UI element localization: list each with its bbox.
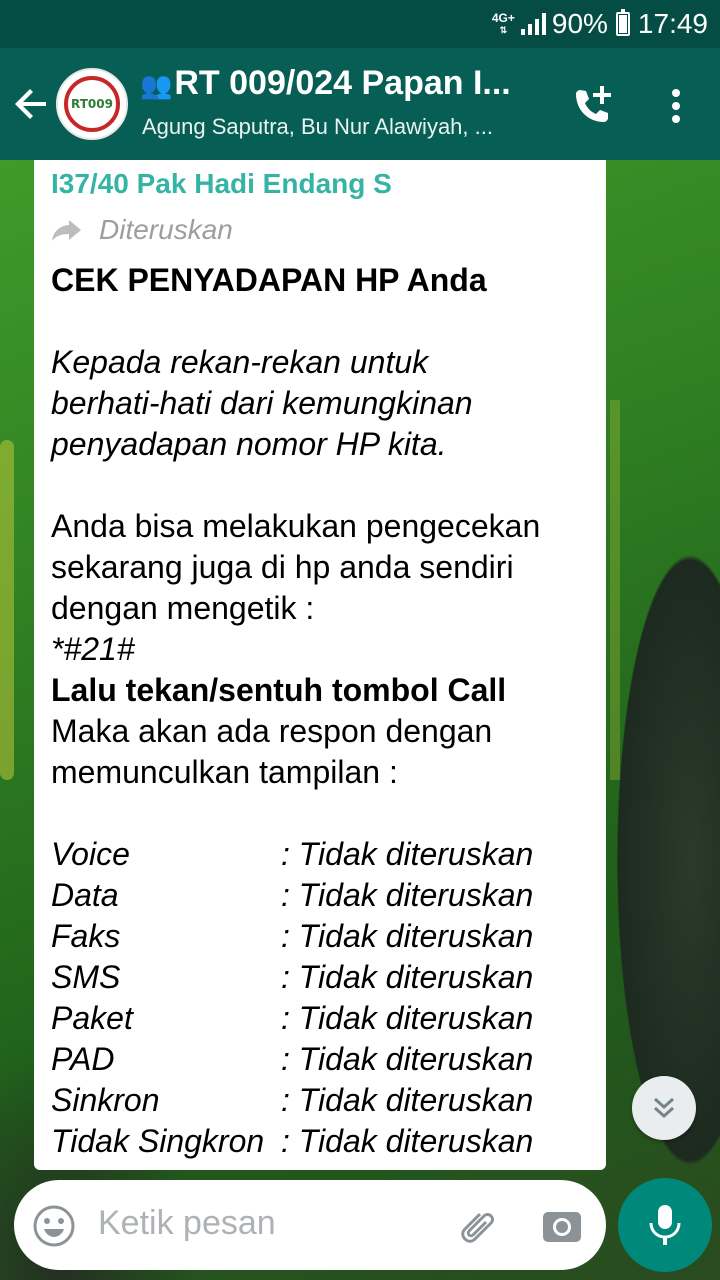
forward-arrow-icon	[52, 220, 81, 241]
status-row: Paket: Tidak diteruskan	[51, 1000, 534, 1036]
status-row: Faks: Tidak diteruskan	[51, 918, 534, 954]
status-bar: 4G+ ⇅ 90% 17:49	[0, 0, 720, 48]
scroll-down-button[interactable]	[632, 1076, 696, 1140]
mic-button[interactable]	[618, 1178, 712, 1272]
message-line: dengan mengetik :	[51, 590, 315, 626]
avatar-logo: RT009	[64, 76, 120, 132]
group-avatar[interactable]: RT009	[56, 68, 128, 140]
message-input-bar[interactable]: Ketik pesan	[14, 1180, 606, 1270]
camera-icon[interactable]	[540, 1204, 584, 1248]
mic-icon	[649, 1205, 681, 1245]
message-line: berhati-hati dari kemungkinan	[51, 385, 473, 421]
message-line: Maka akan ada respon dengan	[51, 713, 493, 749]
group-people-icon: 👥	[140, 70, 173, 100]
message-text: CEK PENYADAPAN HP Anda Kepada rekan-reka…	[51, 260, 590, 1162]
signal-icon	[520, 13, 546, 35]
paperclip-icon[interactable]	[452, 1204, 496, 1248]
status-row: SMS: Tidak diteruskan	[51, 959, 534, 995]
status-row: Voice: Tidak diteruskan	[51, 836, 534, 872]
message-line: penyadapan nomor HP kita.	[51, 426, 447, 462]
forwarded-label: Diteruskan	[51, 208, 590, 252]
more-vert-icon[interactable]	[664, 86, 688, 126]
network-indicator: 4G+ ⇅	[491, 11, 515, 35]
message-heading: CEK PENYADAPAN HP Anda	[51, 262, 487, 298]
message-line: sekarang juga di hp anda sendiri	[51, 549, 514, 585]
message-input[interactable]: Ketik pesan	[98, 1204, 276, 1243]
message-line: Kepada rekan-rekan untuk	[51, 344, 429, 380]
chat-members[interactable]: Agung Saputra, Bu Nur Alawiyah, ...	[142, 114, 542, 140]
message-bubble[interactable]: I37/40 Pak Hadi Endang S Diteruskan CEK …	[34, 160, 606, 1170]
phone-plus-icon[interactable]	[568, 82, 616, 130]
arrow-left-icon[interactable]	[12, 84, 52, 124]
status-row: Data: Tidak diteruskan	[51, 877, 534, 913]
status-row: Sinkron: Tidak diteruskan	[51, 1082, 534, 1118]
message-sender[interactable]: I37/40 Pak Hadi Endang S	[51, 168, 590, 208]
ussd-code: *#21#	[51, 631, 135, 667]
chat-title[interactable]: 👥RT 009/024 Papan I...	[140, 64, 540, 103]
message-line: memunculkan tampilan :	[51, 754, 398, 790]
chevron-double-down-icon	[654, 1097, 674, 1119]
status-row: PAD: Tidak diteruskan	[51, 1041, 534, 1077]
battery-icon	[615, 9, 630, 36]
message-instruction: Lalu tekan/sentuh tombol Call	[51, 672, 507, 708]
emoji-icon[interactable]	[32, 1204, 76, 1248]
message-line: Anda bisa melakukan pengecekan	[51, 508, 541, 544]
battery-percent: 90%	[551, 8, 608, 39]
chat-header: RT009 👥RT 009/024 Papan I... Agung Saput…	[0, 48, 720, 160]
clock: 17:49	[637, 8, 708, 39]
status-row: Tidak Singkron: Tidak diteruskan	[51, 1123, 534, 1159]
